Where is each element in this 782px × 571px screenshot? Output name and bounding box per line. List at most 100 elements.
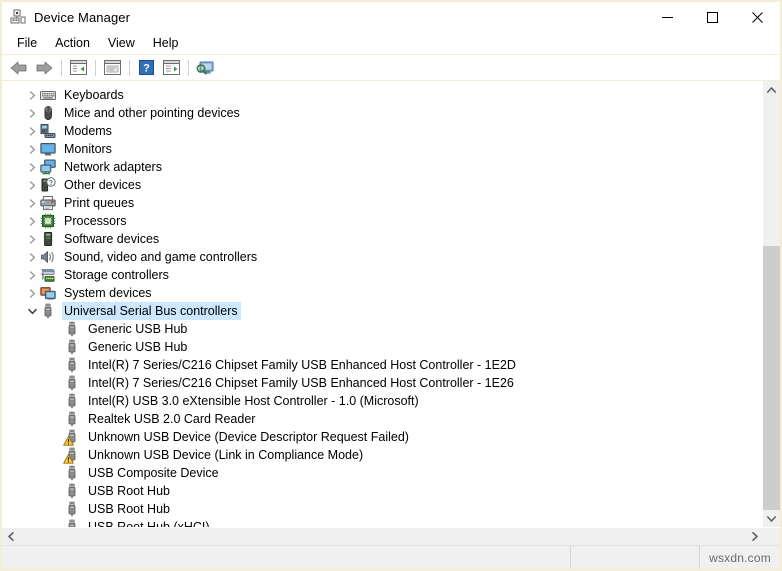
tree-item[interactable]: Realtek USB 2.0 Card Reader: [2, 410, 762, 428]
scan-for-hardware-changes-button[interactable]: [193, 57, 217, 79]
tree-item-label: Unknown USB Device (Device Descriptor Re…: [88, 430, 409, 444]
storage-controller-icon: [40, 267, 56, 283]
tree-item-label: USB Composite Device: [88, 466, 219, 480]
chevron-right-icon[interactable]: [24, 194, 40, 212]
window-controls: [645, 2, 780, 32]
usb-icon: [64, 321, 80, 337]
scroll-right-arrow-icon[interactable]: [746, 528, 763, 545]
vertical-scroll-thumb[interactable]: [763, 246, 780, 510]
show-hide-console-tree-button[interactable]: [66, 57, 90, 79]
update-driver-button[interactable]: [159, 57, 183, 79]
tree-item-label: Network adapters: [64, 160, 162, 174]
scroll-down-arrow-icon[interactable]: [763, 510, 780, 527]
chevron-right-icon[interactable]: [24, 140, 40, 158]
properties-button[interactable]: [100, 57, 124, 79]
chevron-right-icon[interactable]: [24, 122, 40, 140]
device-manager-icon: [10, 9, 26, 25]
chevron-right-icon[interactable]: [24, 212, 40, 230]
tree-item-label: Other devices: [64, 178, 142, 192]
window-title: Device Manager: [34, 9, 131, 25]
chevron-right-icon[interactable]: [24, 284, 40, 302]
tree-item[interactable]: Software devices: [2, 230, 762, 248]
tree-item-label: Generic USB Hub: [88, 340, 188, 354]
usb-icon: [64, 357, 80, 373]
tree-item[interactable]: Generic USB Hub: [2, 338, 762, 356]
tree-item[interactable]: Intel(R) USB 3.0 eXtensible Host Control…: [2, 392, 762, 410]
tree-item[interactable]: Print queues: [2, 194, 762, 212]
menu-item-action[interactable]: Action: [46, 33, 99, 53]
vertical-scrollbar[interactable]: [762, 81, 780, 527]
tree-item-label: Processors: [64, 214, 127, 228]
keyboard-icon: [40, 87, 56, 103]
toolbar-separator: [188, 59, 189, 76]
forward-button[interactable]: [32, 57, 56, 79]
usb-icon: [64, 465, 80, 481]
chevron-right-icon[interactable]: [24, 248, 40, 266]
menu-item-view[interactable]: View: [99, 33, 144, 53]
tree-item[interactable]: Universal Serial Bus controllers: [2, 302, 762, 320]
toolbar-separator: [129, 59, 130, 76]
vertical-scroll-track[interactable]: [763, 98, 780, 510]
chevron-down-icon[interactable]: [24, 302, 40, 320]
usb-icon-warning: [63, 447, 80, 464]
tree-item[interactable]: USB Root Hub (xHCI): [2, 518, 762, 527]
tree-item[interactable]: Unknown USB Device (Device Descriptor Re…: [2, 428, 762, 446]
device-manager-window: Device Manager File Action View Help ? K…: [0, 0, 782, 571]
horizontal-scrollbar[interactable]: [2, 527, 780, 545]
tree-item[interactable]: Network adapters: [2, 158, 762, 176]
tree-item[interactable]: ? Other devices: [2, 176, 762, 194]
chevron-right-icon[interactable]: [24, 158, 40, 176]
usb-icon: [64, 339, 80, 355]
tree-item-label: Intel(R) USB 3.0 eXtensible Host Control…: [88, 394, 419, 408]
scroll-up-arrow-icon[interactable]: [763, 81, 780, 98]
chevron-right-icon[interactable]: [24, 176, 40, 194]
tree-item[interactable]: Modems: [2, 122, 762, 140]
tree-item[interactable]: Storage controllers: [2, 266, 762, 284]
device-tree-panel[interactable]: Keyboards Mice and other pointing devices…: [2, 81, 762, 527]
tree-item-label: Sound, video and game controllers: [64, 250, 258, 264]
tree-item[interactable]: Generic USB Hub: [2, 320, 762, 338]
tree-item[interactable]: Intel(R) 7 Series/C216 Chipset Family US…: [2, 356, 762, 374]
tree-item[interactable]: Monitors: [2, 140, 762, 158]
scroll-left-arrow-icon[interactable]: [2, 528, 19, 545]
minimize-button[interactable]: [645, 2, 690, 32]
usb-icon: [64, 375, 80, 391]
tree-item[interactable]: Mice and other pointing devices: [2, 104, 762, 122]
tree-item[interactable]: Processors: [2, 212, 762, 230]
menu-item-file[interactable]: File: [8, 33, 46, 53]
close-button[interactable]: [735, 2, 780, 32]
device-tree: Keyboards Mice and other pointing devices…: [2, 86, 762, 527]
tree-item-label: Keyboards: [64, 88, 124, 102]
help-button[interactable]: ?: [134, 57, 158, 79]
modem-icon: [40, 123, 56, 139]
tree-item[interactable]: USB Composite Device: [2, 464, 762, 482]
tree-item-label: USB Root Hub (xHCI): [88, 520, 210, 527]
usb-icon-warning: [63, 429, 80, 446]
back-button[interactable]: [7, 57, 31, 79]
chevron-right-icon[interactable]: [24, 266, 40, 284]
tree-item[interactable]: USB Root Hub: [2, 482, 762, 500]
tree-item[interactable]: Keyboards: [2, 86, 762, 104]
system-devices-icon: [40, 285, 56, 301]
usb-icon: [64, 519, 80, 527]
maximize-button[interactable]: [690, 2, 735, 32]
tree-item[interactable]: Unknown USB Device (Link in Compliance M…: [2, 446, 762, 464]
monitor-icon: [40, 141, 56, 157]
tree-item[interactable]: USB Root Hub: [2, 500, 762, 518]
menu-item-help[interactable]: Help: [144, 33, 188, 53]
chevron-right-icon[interactable]: [24, 86, 40, 104]
chevron-right-icon[interactable]: [24, 104, 40, 122]
horizontal-scroll-track[interactable]: [19, 528, 746, 545]
tree-item[interactable]: Sound, video and game controllers: [2, 248, 762, 266]
status-pane-watermark: wsxdn.com: [700, 546, 780, 569]
chevron-right-icon[interactable]: [24, 230, 40, 248]
tree-item[interactable]: Intel(R) 7 Series/C216 Chipset Family US…: [2, 374, 762, 392]
tree-item-label: USB Root Hub: [88, 484, 170, 498]
tree-item-label: Mice and other pointing devices: [64, 106, 240, 120]
svg-text:?: ?: [49, 180, 53, 187]
usb-icon: [40, 303, 56, 319]
toolbar-separator: [95, 59, 96, 76]
tree-item-label: USB Root Hub: [88, 502, 170, 516]
other-devices-icon: ?: [40, 177, 56, 193]
tree-item[interactable]: System devices: [2, 284, 762, 302]
